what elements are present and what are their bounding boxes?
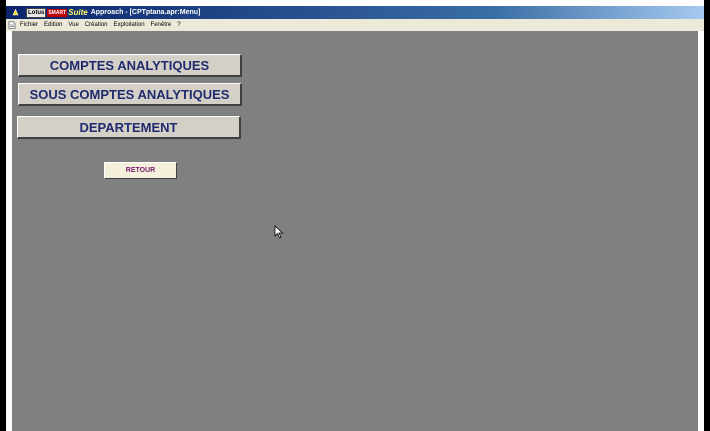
bottom-corner (704, 425, 710, 431)
menu-vue[interactable]: Vue (68, 22, 78, 28)
menu-creation[interactable]: Création (85, 22, 108, 28)
retour-button[interactable]: RETOUR (104, 162, 177, 179)
suite-label: Suite (68, 8, 88, 17)
smartsuite-logo: Lotus SMART Suite (26, 6, 88, 19)
menu-bar: Fichier Edition Vue Création Exploitatio… (6, 19, 704, 31)
comptes-analytiques-button[interactable]: COMPTES ANALYTIQUES (18, 54, 242, 77)
menu-exploitation[interactable]: Exploitation (114, 22, 145, 28)
window-title: Approach - [CPTptana.apr:Menu] (90, 9, 201, 16)
lotus-label: Lotus (26, 7, 47, 18)
menu-edition[interactable]: Edition (44, 22, 62, 28)
mouse-pointer-icon (274, 225, 284, 239)
application-window: Lotus SMART Suite Approach - [CPTptana.a… (6, 6, 704, 431)
menu-fenetre[interactable]: Fenêtre (151, 22, 172, 28)
menu-fichier[interactable]: Fichier (20, 22, 38, 28)
departement-button[interactable]: DEPARTEMENT (17, 116, 241, 139)
sous-comptes-analytiques-button[interactable]: SOUS COMPTES ANALYTIQUES (18, 83, 242, 106)
approach-app-icon[interactable] (10, 8, 20, 18)
title-bar[interactable]: Lotus SMART Suite Approach - [CPTptana.a… (6, 6, 704, 19)
menu-help[interactable]: ? (177, 22, 180, 28)
smart-label: SMART (47, 8, 68, 17)
document-icon[interactable] (8, 21, 16, 29)
form-workspace: COMPTES ANALYTIQUES SOUS COMPTES ANALYTI… (12, 31, 698, 431)
